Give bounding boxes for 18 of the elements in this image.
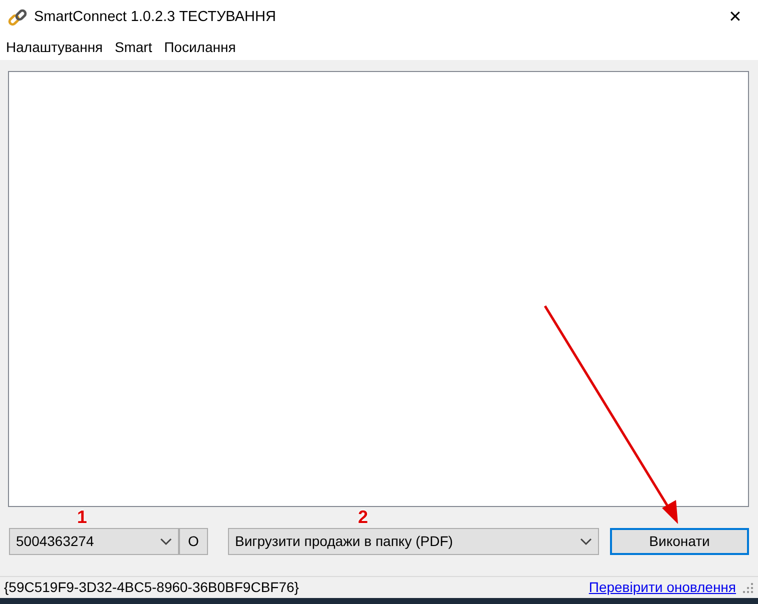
output-text-area[interactable]: [8, 71, 749, 507]
o-button[interactable]: O: [179, 528, 208, 555]
menu-item[interactable]: Smart: [108, 37, 158, 58]
menu-item[interactable]: Посилання: [158, 37, 242, 58]
resize-grip-icon: [742, 582, 754, 594]
annotation-number: 1: [77, 508, 88, 526]
account-dropdown[interactable]: 5004363274: [9, 528, 179, 555]
annotation-number: 2: [358, 508, 368, 526]
chevron-down-icon: [580, 538, 592, 546]
close-button[interactable]: ✕: [712, 4, 758, 30]
update-link[interactable]: Перевірити оновлення: [588, 577, 736, 598]
action-dropdown[interactable]: Вигрузити продажи в папку (PDF): [228, 528, 599, 555]
status-id: {59C519F9-3D32-4BC5-8960-36B0BF9CBF76}: [4, 578, 299, 597]
chevron-down-icon: [160, 538, 172, 546]
run-button[interactable]: Виконати: [610, 528, 749, 555]
menu-item[interactable]: Налаштування: [0, 37, 109, 58]
window-title: SmartConnect 1.0.2.3 ТЕСТУВАННЯ: [34, 8, 276, 27]
chain-link-icon: [8, 8, 28, 28]
